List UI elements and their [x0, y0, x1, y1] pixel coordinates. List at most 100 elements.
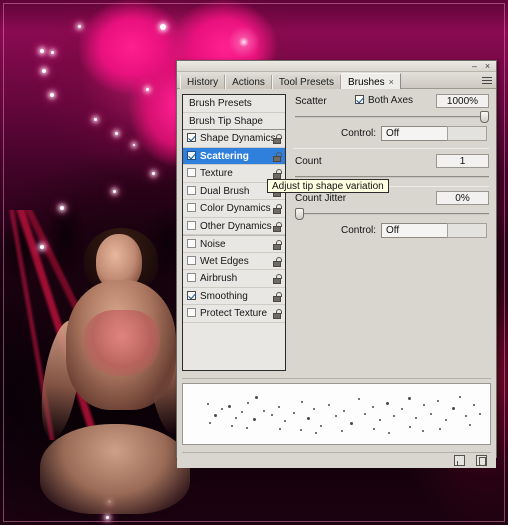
slider-thumb[interactable]	[295, 208, 304, 220]
lock-icon[interactable]	[273, 169, 282, 179]
figure-garment	[84, 310, 160, 376]
checkbox-dual-brush[interactable]	[187, 185, 196, 195]
list-item-label: Texture	[200, 168, 233, 179]
both-axes-option[interactable]: Both Axes	[355, 95, 413, 106]
checkbox-noise[interactable]	[187, 239, 196, 248]
panel-menu-icon[interactable]	[481, 75, 493, 86]
tab-label: History	[187, 77, 219, 88]
list-item-label: Color Dynamics	[200, 203, 271, 214]
list-item-shape-dynamics[interactable]: Shape Dynamics	[183, 130, 285, 148]
list-item-wet-edges[interactable]: Wet Edges	[183, 253, 285, 270]
new-brush-icon[interactable]	[454, 455, 465, 466]
list-item-protect-texture[interactable]: Protect Texture	[183, 305, 285, 323]
star	[115, 132, 118, 135]
checkbox-airbrush[interactable]	[187, 273, 196, 282]
figure-photo	[22, 228, 202, 525]
list-item-brush-tip-shape[interactable]: Brush Tip Shape	[183, 112, 285, 130]
count-value-field[interactable]: 1	[436, 154, 489, 168]
count-jitter-label: Count Jitter	[295, 193, 347, 204]
scatter-control-extra-field[interactable]	[447, 126, 487, 141]
lock-icon[interactable]	[273, 204, 282, 214]
star	[146, 88, 149, 91]
scatter-control-row: Control: Off	[293, 126, 489, 142]
panel-body: Brush Presets Brush Tip Shape Shape Dyna…	[177, 89, 496, 468]
brush-preview-area	[182, 378, 491, 451]
checkbox-protect-texture[interactable]	[187, 308, 196, 317]
scatter-label: Scatter	[295, 96, 327, 107]
list-item-label: Smoothing	[200, 290, 248, 302]
checkbox-texture[interactable]	[187, 168, 196, 177]
checkbox-both-axes[interactable]	[355, 95, 364, 104]
brush-options-list[interactable]: Brush Presets Brush Tip Shape Shape Dyna…	[182, 94, 286, 371]
tab-label: Brushes	[347, 77, 385, 88]
scatter-slider[interactable]	[295, 111, 489, 123]
scatter-control-label: Control:	[341, 128, 377, 139]
count-jitter-control-row: Control: Off	[293, 223, 489, 239]
star	[160, 24, 166, 30]
checkbox-wet-edges[interactable]	[187, 255, 196, 265]
list-item-brush-presets[interactable]: Brush Presets	[183, 95, 285, 113]
tab-brushes[interactable]: Brushes ×	[340, 73, 401, 89]
list-item-label: Other Dynamics	[200, 220, 272, 232]
list-item-label: Scattering	[200, 150, 249, 162]
dropdown-value: Off	[386, 128, 400, 139]
slider-track	[295, 213, 489, 215]
checkbox-scattering[interactable]	[187, 150, 196, 160]
slider-track	[295, 176, 489, 178]
star	[113, 190, 116, 193]
figure-legs	[40, 424, 190, 514]
slider-thumb[interactable]	[480, 111, 489, 123]
count-label: Count	[295, 156, 322, 167]
lock-icon[interactable]	[273, 221, 282, 232]
list-item-noise[interactable]: Noise	[183, 235, 285, 253]
star	[51, 51, 54, 54]
count-jitter-value-field[interactable]: 0%	[436, 191, 489, 205]
count-jitter-slider[interactable]	[295, 208, 489, 220]
panel-titlebar: – ×	[177, 61, 496, 72]
list-item-label: Noise	[200, 239, 226, 250]
checkbox-smoothing[interactable]	[187, 290, 196, 300]
close-icon[interactable]: ×	[482, 62, 493, 71]
checkbox-color-dynamics[interactable]	[187, 203, 196, 212]
star	[50, 93, 54, 97]
lock-icon[interactable]	[273, 134, 282, 144]
checkbox-other-dynamics[interactable]	[187, 220, 196, 230]
both-axes-label: Both Axes	[368, 95, 414, 106]
panel-tab-bar: History Actions Tool Presets Brushes ×	[177, 72, 496, 91]
list-item-color-dynamics[interactable]: Color Dynamics	[183, 200, 285, 218]
list-item-airbrush[interactable]: Airbrush	[183, 270, 285, 288]
dropdown-value: Off	[386, 225, 400, 236]
lock-icon[interactable]	[273, 309, 282, 319]
scatter-value-field[interactable]: 1000%	[436, 94, 489, 108]
lock-icon[interactable]	[273, 240, 282, 250]
star	[133, 144, 135, 146]
star	[94, 118, 97, 121]
list-item-label: Wet Edges	[200, 255, 249, 267]
lock-icon[interactable]	[273, 274, 282, 284]
trash-icon[interactable]	[476, 455, 487, 466]
star	[78, 25, 81, 28]
tab-label: Tool Presets	[278, 77, 334, 88]
tooltip: Adjust tip shape variation	[267, 179, 389, 193]
lock-icon[interactable]	[273, 151, 282, 162]
star	[42, 69, 46, 73]
screen: – × History Actions Tool Presets Brushes × B…	[0, 0, 508, 525]
brush-stroke-preview[interactable]	[182, 383, 491, 445]
panel-footer	[182, 452, 491, 466]
list-item-label: Dual Brush	[200, 185, 250, 197]
list-item-label: Airbrush	[200, 273, 238, 284]
list-item-other-dynamics[interactable]: Other Dynamics	[183, 218, 285, 235]
scattering-controls: Scatter Both Axes 1000% Control: Off Cou…	[293, 94, 491, 371]
list-item-smoothing[interactable]: Smoothing	[183, 288, 285, 305]
divider	[293, 148, 489, 149]
star	[60, 206, 64, 210]
count-jitter-control-extra-field[interactable]	[447, 223, 487, 238]
checkbox-shape-dynamics[interactable]	[187, 133, 196, 142]
list-item-scattering[interactable]: Scattering	[183, 147, 285, 165]
tab-close-icon[interactable]: ×	[389, 77, 394, 87]
lock-icon[interactable]	[273, 256, 282, 267]
list-item-label: Brush Tip Shape	[189, 115, 263, 127]
count-jitter-control-label: Control:	[341, 225, 377, 236]
minimize-icon[interactable]: –	[469, 62, 480, 71]
lock-icon[interactable]	[273, 291, 282, 302]
